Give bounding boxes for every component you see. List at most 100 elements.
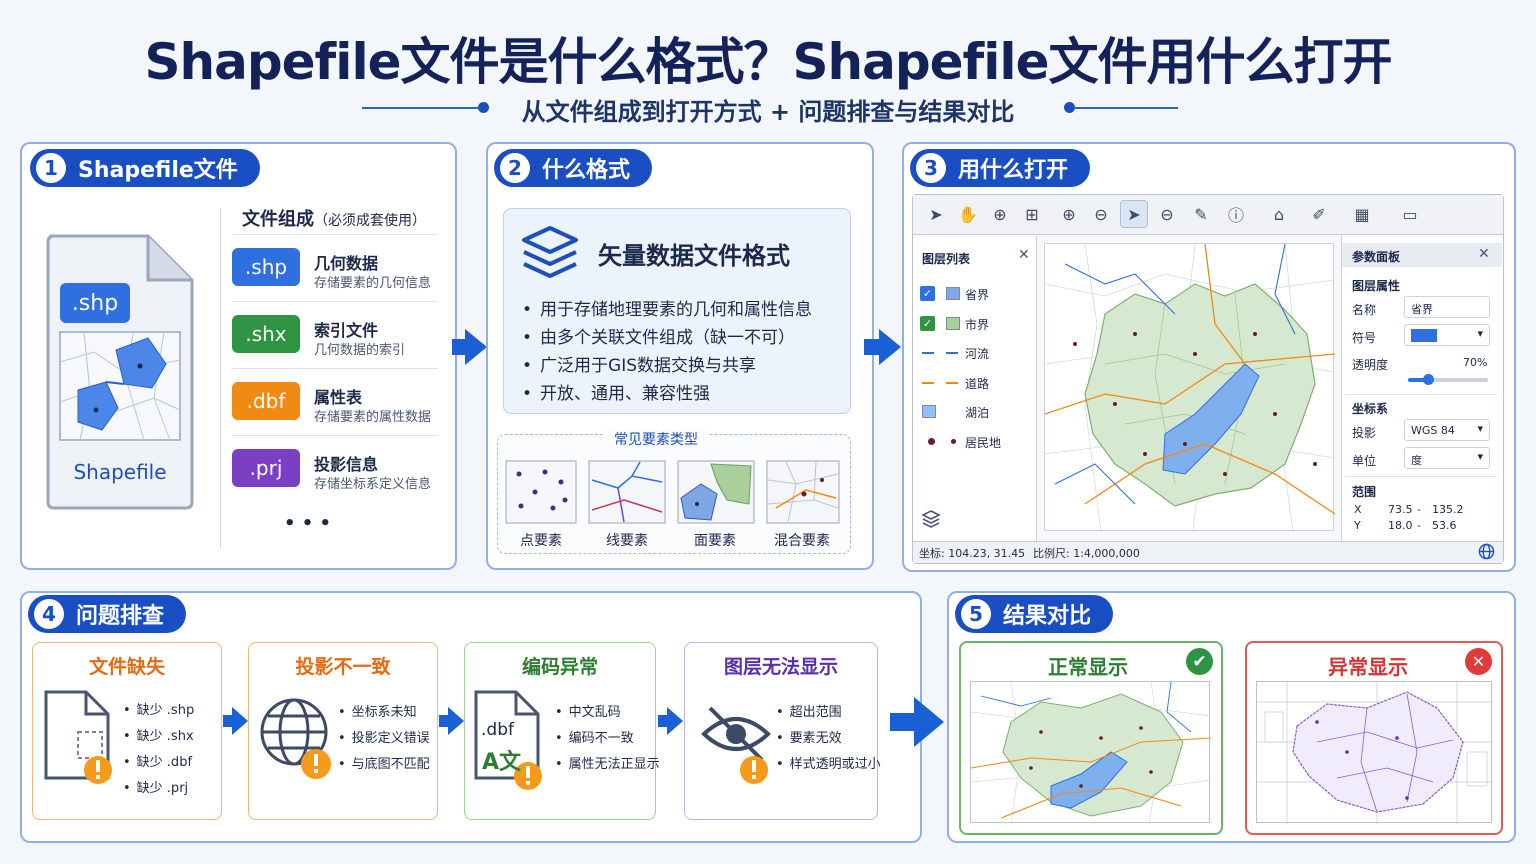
symbol-select[interactable]: ▾	[1404, 324, 1490, 346]
extent-x-min: 73.5	[1388, 503, 1413, 516]
issue-item: • 坐标系未知	[338, 701, 417, 720]
opacity-slider-track[interactable]	[1408, 374, 1488, 385]
zoom-in-2-icon[interactable]: ⊕	[1055, 200, 1083, 228]
extent-title: 范围	[1352, 485, 1377, 499]
layer-row[interactable]: ✓ 市界	[920, 315, 1030, 333]
issue-card-title: 编码异常	[521, 656, 598, 678]
symbol-label: 符号	[1352, 331, 1377, 345]
globe-icon[interactable]	[1478, 543, 1495, 564]
section-5-title: 结果对比	[1003, 604, 1092, 629]
pan-icon[interactable]: ✋	[954, 200, 982, 228]
arrow-1-2-head	[465, 329, 487, 365]
layer-row[interactable]: 居民地	[920, 433, 1030, 451]
layer-row[interactable]: 道路	[920, 374, 1030, 392]
layer-row[interactable]: 河流	[920, 344, 1030, 362]
mixed-feature-thumb	[766, 460, 840, 528]
name-field[interactable]: 省界	[1404, 296, 1490, 318]
format-bullet: • 用于存储地理要素的几何和属性信息	[522, 295, 812, 320]
feature-type-label: 点要素	[520, 533, 562, 549]
bullet-dot: •	[123, 781, 131, 796]
opacity-slider-handle[interactable]	[1423, 374, 1434, 385]
globe-warning-icon	[258, 696, 338, 788]
layer-props-title: 图层属性	[1352, 279, 1401, 293]
layer-list-close-icon[interactable]: ✕	[1018, 247, 1030, 263]
layer-name: 市界	[965, 317, 990, 332]
zoom-out-icon[interactable]: ⊖	[1087, 200, 1115, 228]
zoom-extent-icon[interactable]: ⊞	[1018, 200, 1046, 228]
extent-y-min: 18.0	[1388, 519, 1413, 532]
identify-icon[interactable]: ⓘ	[1222, 200, 1250, 228]
bullet-dot: •	[555, 705, 563, 720]
bullet-dot: •	[555, 757, 563, 772]
grid-icon[interactable]: ▦	[1348, 200, 1376, 228]
divider	[232, 301, 438, 302]
scale-readout: 比例尺: 1:4,000,000	[1033, 547, 1140, 560]
issue-item-text: 要素无效	[789, 731, 842, 746]
layer-point-symbol	[951, 438, 956, 444]
map-drawing	[1044, 243, 1336, 533]
issue-item: • 缺少 .dbf	[123, 751, 192, 770]
component-desc: 几何数据的索引	[314, 343, 406, 358]
projection-value: WGS 84	[1411, 424, 1455, 437]
chevron-down-icon: ▾	[1477, 327, 1483, 340]
point-feature-thumb	[505, 460, 577, 528]
parameter-panel-close-icon[interactable]: ✕	[1478, 246, 1490, 262]
layer-fill-symbol	[946, 316, 960, 330]
layer-list-title: 图层列表	[922, 252, 971, 266]
components-title-text: 文件组成	[242, 209, 314, 230]
projection-select[interactable]: WGS 84 ▾	[1404, 419, 1490, 441]
issue-item: • 要素无效	[776, 727, 842, 746]
layout-icon[interactable]: ▭	[1396, 200, 1424, 228]
layer-line-symbol	[922, 352, 934, 354]
unit-select[interactable]: 度 ▾	[1404, 447, 1490, 469]
section-1-badge: 1 Shapefile文件	[30, 149, 260, 187]
draw-icon[interactable]: ✎	[1187, 200, 1215, 228]
layers-icon[interactable]	[921, 509, 941, 533]
arrow-2-3-bar	[864, 339, 880, 355]
name-label: 名称	[1352, 303, 1377, 317]
arrow-2-3-head	[879, 329, 901, 365]
component-name: 索引文件	[314, 321, 379, 340]
layer-name: 湖泊	[965, 406, 990, 420]
issue-item: • 样式透明或过小	[776, 753, 881, 772]
pointer-icon[interactable]: ➤	[922, 200, 950, 228]
issue-item-text: 坐标系未知	[351, 705, 417, 720]
home-icon[interactable]: ⌂	[1265, 200, 1293, 228]
divider	[232, 234, 438, 235]
edit-icon[interactable]: ✐	[1305, 200, 1333, 228]
chevron-down-icon: ▾	[1477, 450, 1483, 463]
bullet-dot: •	[522, 300, 533, 320]
encoding-glyph: A文	[482, 750, 522, 775]
polygon-feature-thumb	[677, 460, 755, 528]
issue-item: • 缺少 .prj	[123, 777, 188, 796]
layer-name: 省界	[965, 288, 990, 302]
line-feature-thumb	[588, 460, 666, 528]
map-canvas[interactable]	[1044, 243, 1336, 533]
section-3-badge: 3 用什么打开	[910, 149, 1091, 187]
extent-x-row: X 73.5 - 135.2	[1354, 503, 1494, 516]
layer-name: 道路	[965, 376, 990, 391]
layer-checkbox[interactable]: ✓	[920, 286, 935, 301]
issue-item: • 投影定义错误	[338, 727, 430, 746]
zoom-in-icon[interactable]: ⊕	[986, 200, 1014, 228]
layer-line-symbol	[946, 381, 958, 384]
layer-row[interactable]: ✓ 省界	[920, 285, 1030, 303]
bullet-dot: •	[522, 328, 533, 348]
issue-item: • 缺少 .shx	[123, 725, 194, 744]
extent-x-label: X	[1354, 503, 1362, 516]
missing-file-icon	[42, 688, 118, 792]
layer-checkbox[interactable]: ✓	[920, 315, 935, 331]
layer-row[interactable]: 湖泊	[920, 403, 1030, 421]
component-desc: 存储要素的属性数据	[314, 410, 432, 425]
layer-name: 居民地	[965, 435, 1002, 450]
issue-item: • 中文乱码	[555, 701, 621, 720]
issue-item: • 缺少 .shp	[123, 699, 194, 718]
issue-card-title: 图层无法显示	[723, 656, 838, 678]
select-icon[interactable]: ➤	[1120, 200, 1148, 228]
check-icon: ✔	[1186, 648, 1213, 675]
zoom-out-2-icon[interactable]: ⊖	[1153, 200, 1181, 228]
more-indicator: • • •	[284, 513, 332, 534]
feature-type-label: 线要素	[606, 533, 648, 549]
layer-fill-symbol	[946, 287, 960, 300]
symbol-color-swatch	[1411, 329, 1437, 342]
